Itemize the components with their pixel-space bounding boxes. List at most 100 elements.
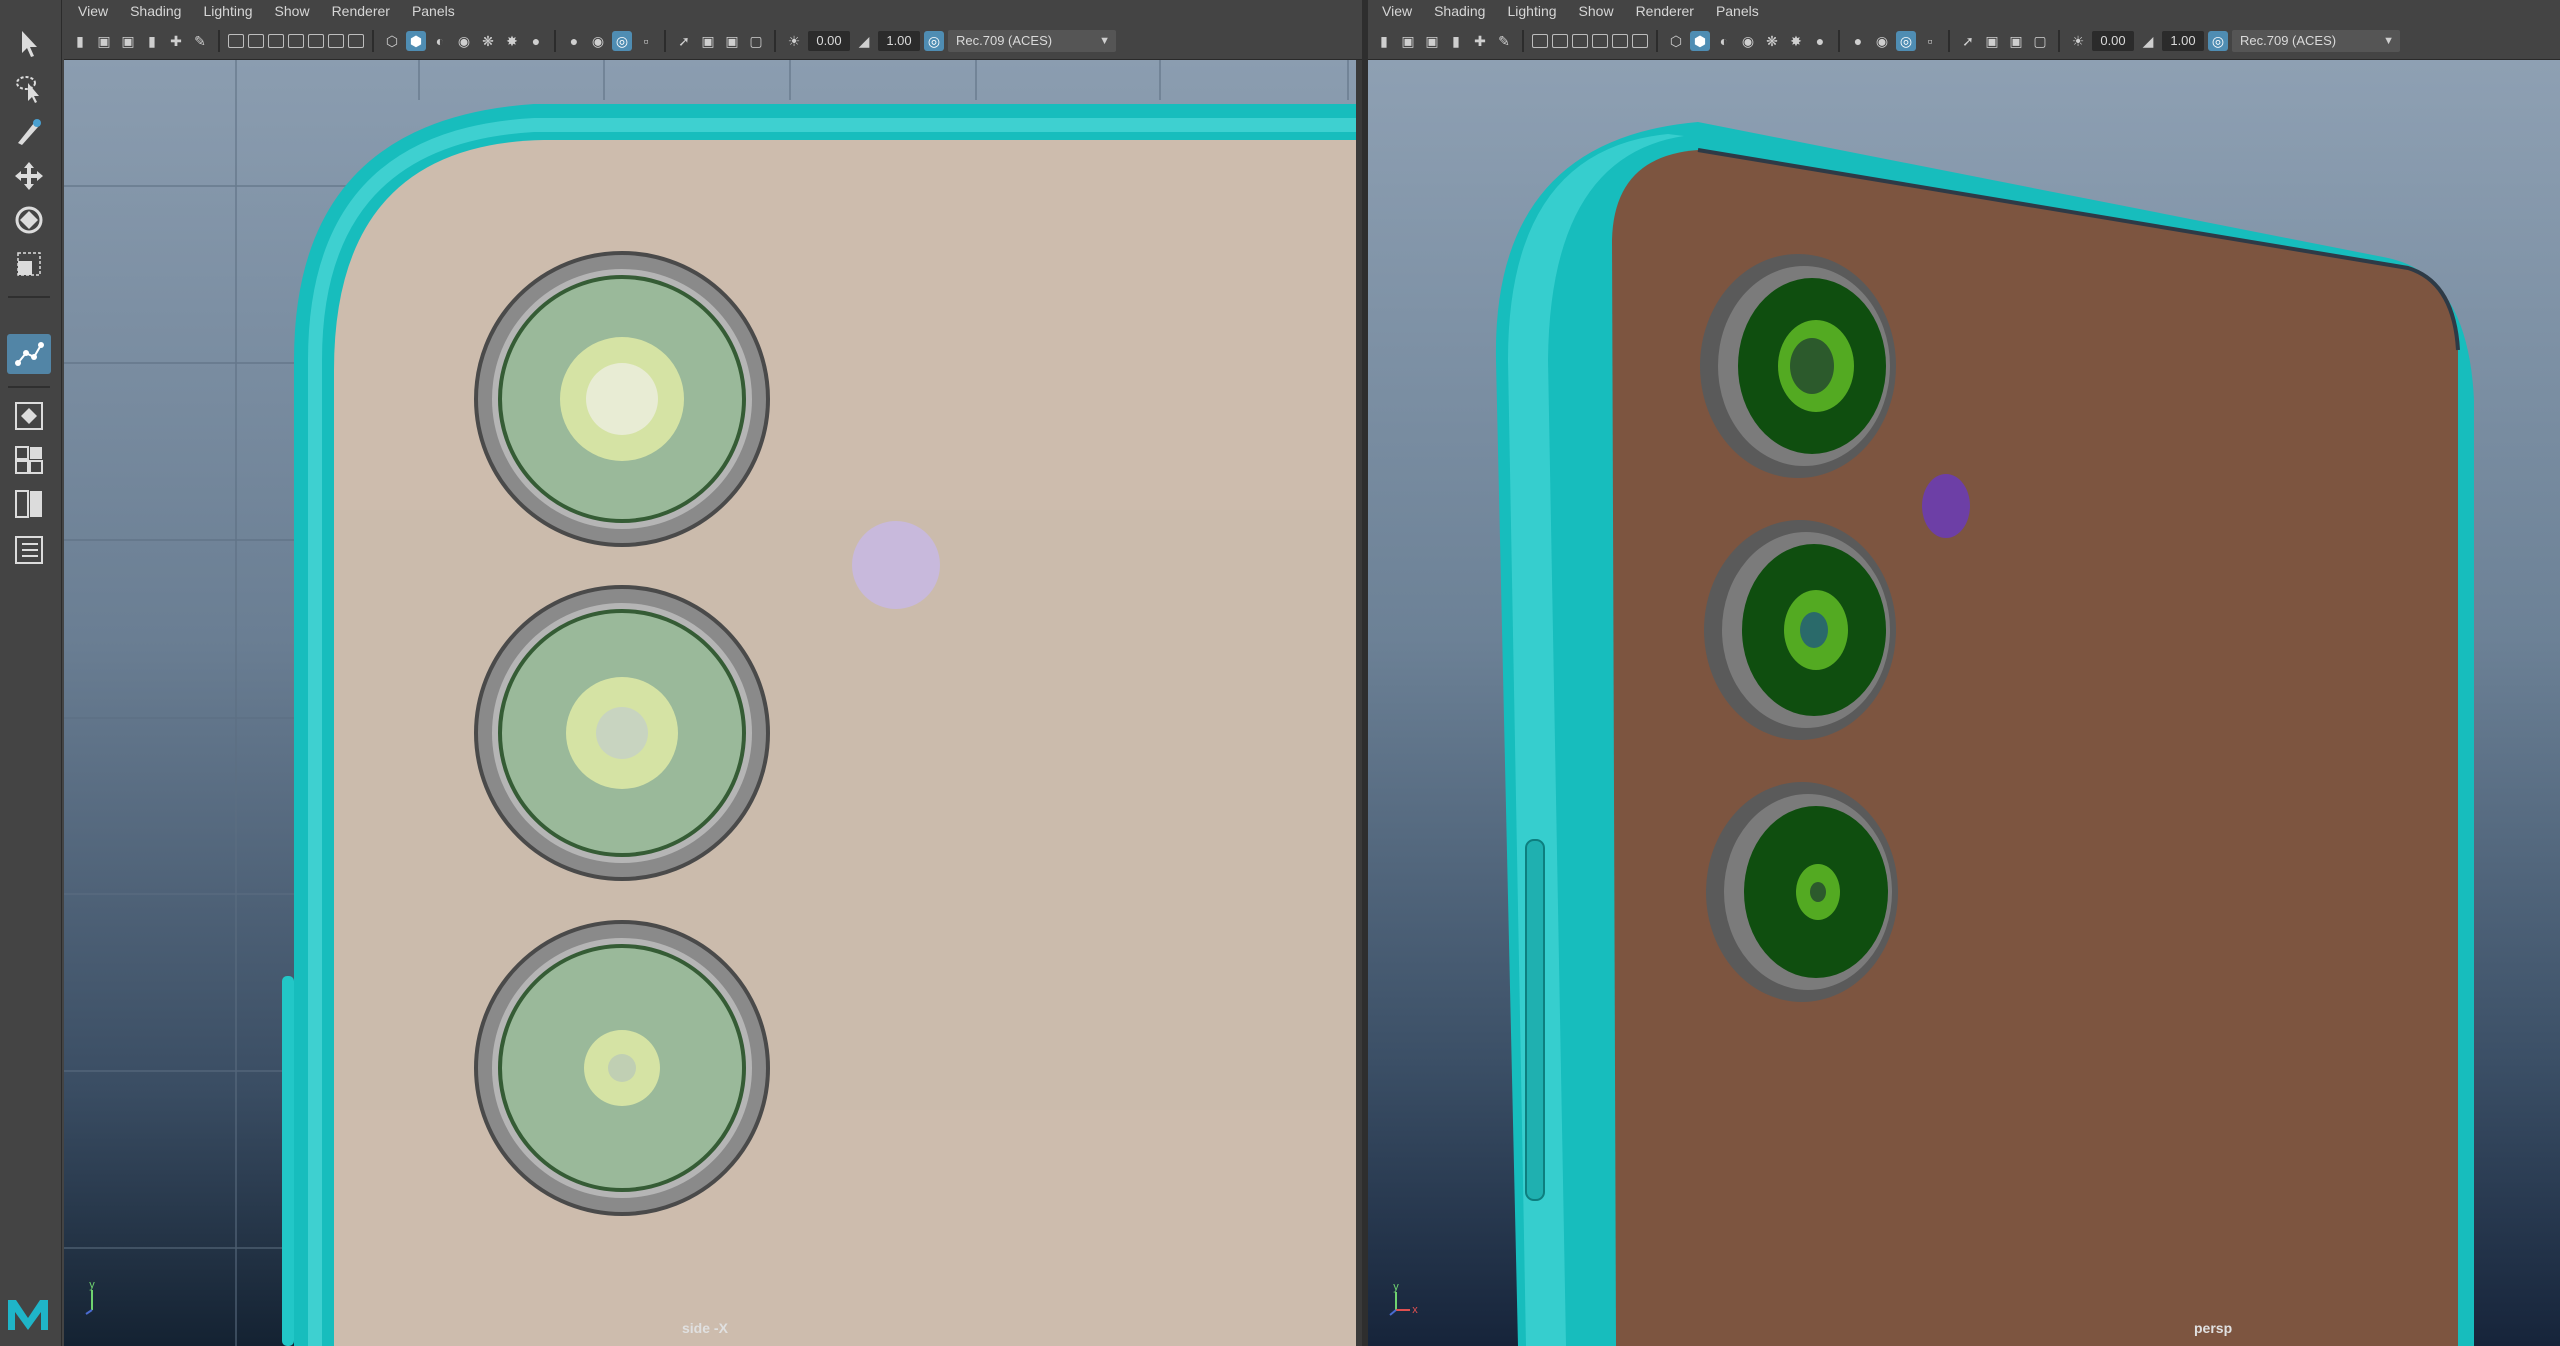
wireframe-on-shaded-icon[interactable]: ◉: [454, 31, 474, 51]
grease-pencil-icon[interactable]: ✎: [1494, 31, 1514, 51]
field-chart-icon[interactable]: [1612, 33, 1628, 48]
image-plane-icon[interactable]: ▮: [1446, 31, 1466, 51]
depth-of-field-icon[interactable]: ▫: [636, 31, 656, 51]
xray-icon[interactable]: ❋: [1762, 31, 1782, 51]
menu-renderer[interactable]: Renderer: [332, 3, 390, 19]
safe-title-icon[interactable]: [348, 33, 364, 48]
anti-aliasing-icon[interactable]: ◎: [612, 30, 632, 51]
gamma-icon[interactable]: ◢: [2138, 31, 2158, 51]
exposure-icon[interactable]: ☀: [784, 31, 804, 51]
lights-icon[interactable]: ✸: [1786, 31, 1806, 51]
two-d-pan-icon[interactable]: ✚: [166, 31, 186, 51]
default-material-icon[interactable]: ◐: [1714, 31, 1734, 51]
two-d-pan-icon[interactable]: ✚: [1470, 31, 1490, 51]
gamma-field[interactable]: 1.00: [878, 30, 920, 51]
isolate-select-icon[interactable]: ➚: [674, 31, 694, 51]
color-space-dropdown[interactable]: Rec.709 (ACES) ▼: [948, 29, 1116, 52]
menu-show[interactable]: Show: [1579, 3, 1614, 19]
xray-joints-icon[interactable]: ▣: [1982, 31, 2002, 51]
exposure-icon[interactable]: ☀: [2068, 31, 2088, 51]
camera-icon[interactable]: ▮: [70, 31, 90, 51]
gamma-icon[interactable]: ◢: [854, 31, 874, 51]
isolate-select-icon[interactable]: ➚: [1958, 31, 1978, 51]
shadows-icon[interactable]: ●: [1810, 31, 1830, 51]
exposure-field[interactable]: 0.00: [2092, 30, 2134, 51]
xray-joints-icon[interactable]: ▣: [698, 31, 718, 51]
ambient-occlusion-icon[interactable]: ●: [1848, 31, 1868, 51]
depth-of-field-icon[interactable]: ▫: [1920, 31, 1940, 51]
select-tool-icon[interactable]: [7, 24, 51, 64]
maya-app: View Shading Lighting Show Renderer Pane…: [0, 0, 2560, 1346]
safe-action-icon[interactable]: [1632, 33, 1648, 48]
resolution-gate-icon[interactable]: [268, 33, 284, 48]
camera-lens-top: [1700, 254, 1896, 478]
quad-layout-icon[interactable]: [7, 440, 51, 480]
menu-panels[interactable]: Panels: [412, 3, 455, 19]
menu-shading[interactable]: Shading: [1434, 3, 1485, 19]
xray-active-icon[interactable]: ▣: [2006, 31, 2026, 51]
paint-select-tool-icon[interactable]: [7, 112, 51, 152]
wireframe-icon[interactable]: ⬡: [1666, 31, 1686, 51]
resolution-gate-icon[interactable]: [1572, 33, 1588, 48]
color-management-icon[interactable]: ◎: [924, 30, 944, 51]
xray-active-icon[interactable]: ▣: [722, 31, 742, 51]
scale-tool-icon[interactable]: [7, 244, 51, 284]
backface-culling-icon[interactable]: ▢: [2030, 31, 2050, 51]
bookmark-icon[interactable]: ▣: [1422, 31, 1442, 51]
gate-mask-icon[interactable]: [1592, 33, 1608, 48]
color-space-value: Rec.709 (ACES): [2240, 32, 2337, 48]
toolbar-separator: [2058, 29, 2060, 52]
image-plane-icon[interactable]: ▮: [142, 31, 162, 51]
panel-menubar: View Shading Lighting Show Renderer Pane…: [1368, 0, 2560, 22]
ambient-occlusion-icon[interactable]: ●: [564, 31, 584, 51]
anti-aliasing-icon[interactable]: ◎: [1896, 30, 1916, 51]
grease-pencil-icon[interactable]: ✎: [190, 31, 210, 51]
menu-shading[interactable]: Shading: [130, 3, 181, 19]
color-space-dropdown[interactable]: Rec.709 (ACES) ▼: [2232, 29, 2400, 52]
grid-icon[interactable]: [228, 33, 244, 48]
safe-action-icon[interactable]: [328, 33, 344, 48]
smooth-shade-icon[interactable]: ⬢: [406, 30, 426, 51]
shadows-icon[interactable]: ●: [526, 31, 546, 51]
outliner-layout-icon[interactable]: [7, 530, 51, 570]
smooth-shade-icon[interactable]: ⬢: [1690, 30, 1710, 51]
gate-mask-icon[interactable]: [288, 33, 304, 48]
camera-attributes-icon[interactable]: ▣: [94, 31, 114, 51]
menu-view[interactable]: View: [1382, 3, 1412, 19]
viewport-side[interactable]: y side -X: [64, 60, 1356, 1346]
camera-attributes-icon[interactable]: ▣: [1398, 31, 1418, 51]
menu-lighting[interactable]: Lighting: [1507, 3, 1556, 19]
field-chart-icon[interactable]: [308, 33, 324, 48]
lights-icon[interactable]: ✸: [502, 31, 522, 51]
menu-renderer[interactable]: Renderer: [1636, 3, 1694, 19]
film-gate-icon[interactable]: [248, 33, 264, 48]
grid-icon[interactable]: [1532, 33, 1548, 48]
motion-blur-icon[interactable]: ◉: [1872, 31, 1892, 51]
menu-panels[interactable]: Panels: [1716, 3, 1759, 19]
backface-culling-icon[interactable]: ▢: [746, 31, 766, 51]
menu-view[interactable]: View: [78, 3, 108, 19]
menu-show[interactable]: Show: [275, 3, 310, 19]
camera-lens-bottom: [1706, 782, 1898, 1002]
color-management-icon[interactable]: ◎: [2208, 30, 2228, 51]
menu-lighting[interactable]: Lighting: [203, 3, 252, 19]
motion-blur-icon[interactable]: ◉: [588, 31, 608, 51]
viewport-persp[interactable]: y x persp: [1368, 60, 2560, 1346]
film-gate-icon[interactable]: [1552, 33, 1568, 48]
two-pane-layout-icon[interactable]: [7, 484, 51, 524]
lasso-tool-icon[interactable]: [7, 68, 51, 108]
xray-icon[interactable]: ❋: [478, 31, 498, 51]
wireframe-icon[interactable]: ⬡: [382, 31, 402, 51]
camera-icon[interactable]: ▮: [1374, 31, 1394, 51]
exposure-field[interactable]: 0.00: [808, 30, 850, 51]
soft-select-tool-icon[interactable]: [7, 334, 51, 374]
toolbar-separator: [1838, 29, 1840, 52]
gamma-field[interactable]: 1.00: [2162, 30, 2204, 51]
default-material-icon[interactable]: ◐: [430, 31, 450, 51]
move-tool-icon[interactable]: [7, 156, 51, 196]
bookmark-icon[interactable]: ▣: [118, 31, 138, 51]
single-pane-layout-icon[interactable]: [7, 396, 51, 436]
rotate-tool-icon[interactable]: [7, 200, 51, 240]
chevron-down-icon: ▼: [2383, 34, 2394, 47]
wireframe-on-shaded-icon[interactable]: ◉: [1738, 31, 1758, 51]
